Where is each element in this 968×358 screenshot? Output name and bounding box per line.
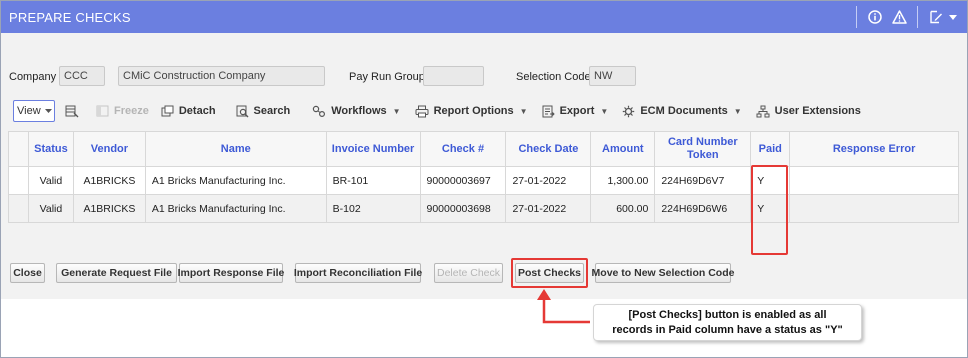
cell-vendor: A1BRICKS — [72, 166, 146, 195]
column-settings-button[interactable] — [65, 105, 84, 118]
grid-toolbar: View Freeze Detach Search Workflows ▼ Re… — [8, 97, 959, 125]
page-title: PREPARE CHECKS — [9, 10, 131, 25]
cell-status: Valid — [27, 194, 74, 223]
search-icon — [236, 105, 249, 118]
column-header-response-error[interactable]: Response Error — [789, 131, 959, 167]
cell-check-date: 27-01-2022 — [505, 166, 592, 195]
import-reconciliation-file-button[interactable]: Import Reconciliation File — [294, 263, 422, 283]
export-menu[interactable]: Export ▼ — [542, 105, 609, 118]
column-header-invoice[interactable]: Invoice Number — [325, 131, 421, 167]
freeze-button[interactable]: Freeze — [96, 105, 149, 117]
row-selector[interactable] — [8, 166, 29, 195]
chevron-down-icon: ▼ — [392, 106, 401, 116]
column-header-amount[interactable]: Amount — [590, 131, 656, 167]
column-header-card-token[interactable]: Card Number Token — [654, 131, 752, 167]
printer-icon — [415, 105, 429, 118]
column-settings-icon — [65, 105, 79, 118]
edit-icon[interactable] — [927, 8, 945, 26]
freeze-label: Freeze — [114, 105, 149, 117]
column-header-status[interactable]: Status — [27, 131, 74, 167]
pay-run-group-field[interactable] — [423, 66, 484, 86]
ecm-icon — [622, 105, 635, 118]
cell-paid: Y — [750, 194, 791, 223]
search-button[interactable]: Search — [236, 105, 291, 118]
checks-table: Status Vendor Name Invoice Number Check … — [8, 131, 959, 223]
row-selector-header — [8, 131, 29, 167]
delete-check-button[interactable]: Delete Check — [434, 263, 503, 283]
close-button[interactable]: Close — [10, 263, 45, 283]
header-actions — [850, 6, 961, 28]
chevron-down-icon[interactable] — [948, 8, 958, 26]
column-header-vendor[interactable]: Vendor — [72, 131, 146, 167]
table-row[interactable]: Valid A1BRICKS A1 Bricks Manufacturing I… — [8, 194, 959, 223]
selection-code-label: Selection Code — [516, 71, 591, 83]
view-dropdown[interactable]: View — [13, 100, 55, 122]
annotation-line-1: [Post Checks] button is enabled as all — [628, 309, 827, 321]
freeze-icon — [96, 105, 109, 117]
column-header-name[interactable]: Name — [144, 131, 327, 167]
ecm-documents-menu[interactable]: ECM Documents ▼ — [622, 105, 742, 118]
cell-check-date: 27-01-2022 — [505, 194, 592, 223]
chevron-down-icon — [44, 109, 52, 113]
cell-amount: 1,300.00 — [590, 166, 656, 195]
workflow-icon — [312, 105, 326, 118]
cell-name: A1 Bricks Manufacturing Inc. — [144, 194, 327, 223]
detach-label: Detach — [178, 105, 216, 117]
table-row[interactable]: Valid A1BRICKS A1 Bricks Manufacturing I… — [8, 166, 959, 195]
company-name-field[interactable]: CMiC Construction Company — [118, 66, 325, 86]
annotation-line-2: records in Paid column have a status as … — [612, 324, 843, 336]
action-button-bar: Close Generate Request File Import Respo… — [10, 263, 960, 283]
chevron-down-icon: ▼ — [733, 106, 742, 116]
generate-request-file-button[interactable]: Generate Request File — [56, 263, 177, 283]
chevron-down-icon: ▼ — [519, 106, 528, 116]
export-label: Export — [559, 105, 595, 117]
cell-invoice: B-102 — [325, 194, 421, 223]
company-label: Company — [9, 71, 57, 83]
detach-button[interactable]: Detach — [161, 105, 216, 117]
export-icon — [542, 105, 555, 118]
report-options-label: Report Options — [433, 105, 514, 117]
cell-response-error — [789, 166, 959, 195]
pay-run-group-label: Pay Run Group — [349, 71, 425, 83]
row-selector[interactable] — [8, 194, 29, 223]
cell-response-error — [789, 194, 959, 223]
company-code-field[interactable]: CCC — [59, 66, 105, 86]
cell-vendor: A1BRICKS — [72, 194, 146, 223]
column-header-check-date[interactable]: Check Date — [505, 131, 592, 167]
user-extensions-button[interactable]: User Extensions — [756, 105, 861, 118]
warning-icon[interactable] — [890, 8, 908, 26]
header-divider — [917, 6, 918, 28]
cell-check: 90000003697 — [419, 166, 507, 195]
workflows-menu[interactable]: Workflows ▼ — [312, 105, 401, 118]
selection-code-field[interactable]: NW — [589, 66, 636, 86]
cell-amount: 600.00 — [590, 194, 656, 223]
header-divider — [856, 6, 857, 28]
import-response-file-button[interactable]: Import Response File — [178, 263, 284, 283]
cell-name: A1 Bricks Manufacturing Inc. — [144, 166, 327, 195]
detach-icon — [161, 105, 174, 117]
annotation-callout: [Post Checks] button is enabled as all r… — [593, 304, 862, 341]
cell-check: 90000003698 — [419, 194, 507, 223]
cell-status: Valid — [27, 166, 74, 195]
workflows-label: Workflows — [331, 105, 387, 117]
post-checks-button[interactable]: Post Checks — [515, 263, 584, 283]
view-label: View — [17, 105, 41, 117]
table-header-row: Status Vendor Name Invoice Number Check … — [8, 131, 959, 167]
hierarchy-icon — [756, 105, 770, 118]
cell-card-token: 224H69D6W6 — [654, 194, 752, 223]
title-bar: PREPARE CHECKS — [1, 1, 967, 33]
cell-paid: Y — [750, 166, 791, 195]
ecm-documents-label: ECM Documents — [640, 105, 728, 117]
user-extensions-label: User Extensions — [774, 105, 861, 117]
cell-invoice: BR-101 — [325, 166, 421, 195]
info-icon[interactable] — [866, 8, 884, 26]
column-header-paid[interactable]: Paid — [750, 131, 791, 167]
chevron-down-icon: ▼ — [600, 106, 609, 116]
search-label: Search — [253, 105, 291, 117]
report-options-menu[interactable]: Report Options ▼ — [415, 105, 528, 118]
filter-bar: Company CCC CMiC Construction Company Pa… — [1, 66, 967, 88]
move-to-new-selection-code-button[interactable]: Move to New Selection Code — [592, 263, 734, 283]
column-header-check[interactable]: Check # — [419, 131, 507, 167]
cell-card-token: 224H69D6V7 — [654, 166, 752, 195]
